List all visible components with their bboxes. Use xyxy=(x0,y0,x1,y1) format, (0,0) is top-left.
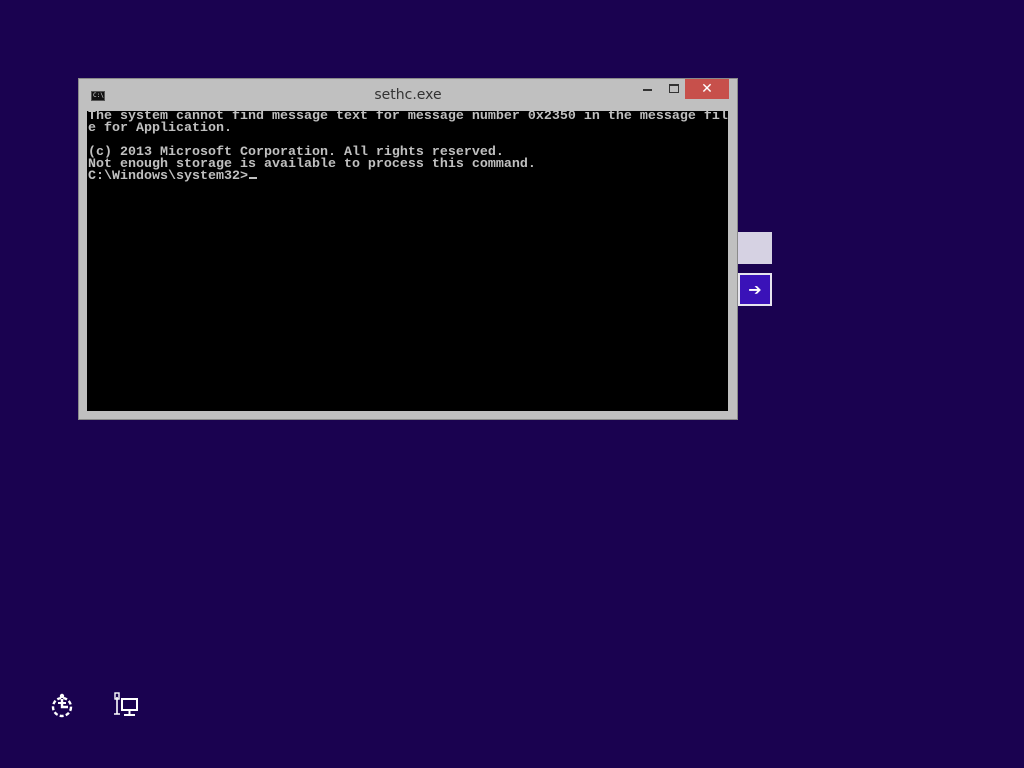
title-bar[interactable]: C:\ sethc.exe ✕ xyxy=(79,79,737,111)
close-button[interactable]: ✕ xyxy=(685,79,729,99)
minimize-icon xyxy=(642,88,652,91)
console-window[interactable]: C:\ sethc.exe ✕ The system cannot find m… xyxy=(78,78,738,420)
close-icon: ✕ xyxy=(701,81,713,97)
maximize-button[interactable] xyxy=(661,79,687,99)
maximize-icon xyxy=(669,83,679,93)
console-text: The system cannot find message text for … xyxy=(87,111,728,183)
text-cursor xyxy=(248,177,257,179)
console-output-area[interactable]: The system cannot find message text for … xyxy=(87,111,728,411)
command-prompt: C:\Windows\system32> xyxy=(88,169,248,184)
ease-of-access-icon[interactable] xyxy=(48,692,76,720)
lock-screen-background: C:\ sethc.exe ✕ The system cannot find m… xyxy=(0,0,1024,768)
arrow-right-icon: ➔ xyxy=(740,275,770,304)
minimize-button[interactable] xyxy=(633,79,661,99)
password-field[interactable] xyxy=(738,232,772,264)
network-icon[interactable] xyxy=(113,692,141,720)
console-app-icon[interactable]: C:\ xyxy=(91,91,105,101)
submit-button[interactable]: ➔ xyxy=(738,273,772,306)
console-line: e for Application. xyxy=(88,121,232,136)
